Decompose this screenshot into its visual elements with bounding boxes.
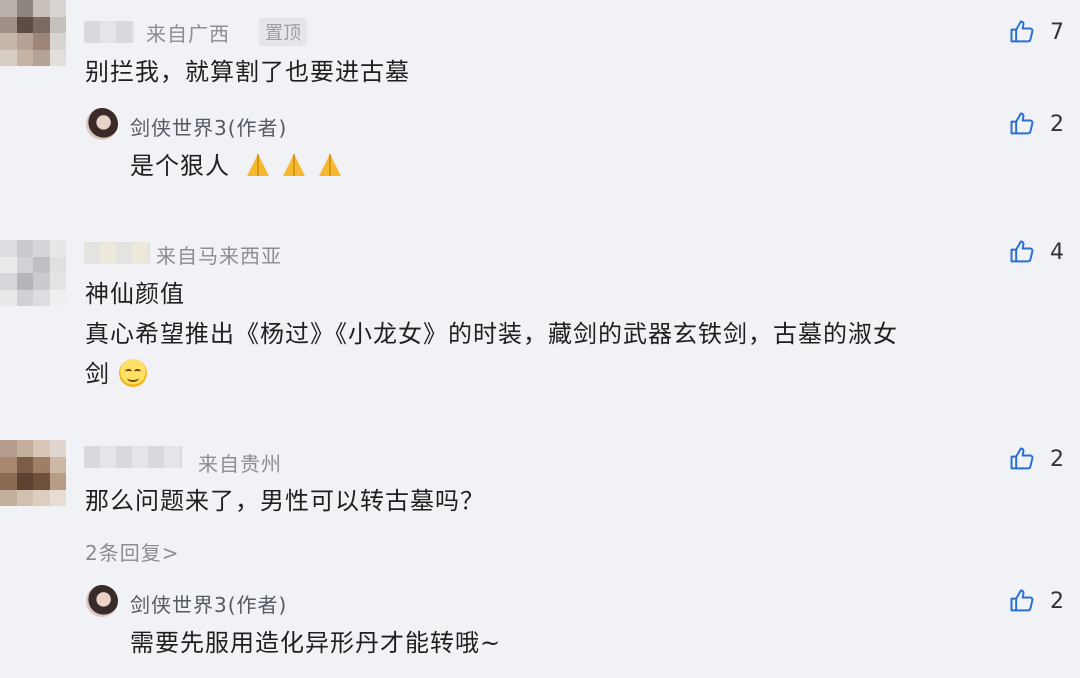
like-button[interactable]: 2 bbox=[1008, 586, 1064, 616]
reply-text: 是个狠人 bbox=[130, 146, 351, 186]
thumbs-up-icon bbox=[1010, 240, 1034, 263]
comment-text-line-3-content: 剑 bbox=[85, 360, 110, 388]
reply-text-content: 是个狠人 bbox=[130, 152, 230, 180]
comment-text: 别拦我，就算割了也要进古墓 bbox=[85, 58, 410, 86]
comment-text: 那么问题来了，男性可以转古墓吗？ bbox=[85, 487, 485, 515]
like-count: 7 bbox=[1050, 19, 1064, 45]
like-button[interactable]: 2 bbox=[1008, 109, 1064, 139]
comment-text-line-1: 神仙颜值 bbox=[85, 280, 185, 308]
pray-emoji-group bbox=[243, 152, 351, 180]
username-blurred[interactable] bbox=[84, 446, 182, 468]
like-button[interactable]: 4 bbox=[1008, 237, 1064, 267]
avatar[interactable] bbox=[0, 240, 66, 306]
thumbs-up-icon bbox=[1010, 447, 1034, 470]
thumbs-up-icon bbox=[1010, 20, 1034, 43]
like-count: 2 bbox=[1050, 111, 1064, 137]
comment-text-line-2: 真心希望推出《杨过》《小龙女》的时装，藏剑的武器玄铁剑，古墓的淑女 bbox=[85, 320, 898, 348]
praying-hands-emoji bbox=[318, 154, 341, 176]
avatar[interactable] bbox=[0, 440, 66, 506]
like-count: 2 bbox=[1050, 588, 1064, 614]
location-text: 来自马来西亚 bbox=[156, 244, 282, 268]
praying-hands-emoji bbox=[282, 154, 305, 176]
author-name[interactable]: 剑侠世界3(作者) bbox=[130, 589, 287, 618]
thumbs-up-icon bbox=[1010, 589, 1034, 612]
thumbs-up-icon bbox=[1010, 112, 1034, 135]
smiling-face-emoji bbox=[118, 359, 147, 387]
like-button[interactable]: 7 bbox=[1008, 17, 1064, 47]
like-button[interactable]: 2 bbox=[1008, 444, 1064, 474]
author-avatar[interactable] bbox=[86, 108, 118, 140]
username-blurred[interactable] bbox=[84, 21, 134, 43]
praying-hands-emoji bbox=[246, 154, 269, 176]
pinned-badge: 置顶 bbox=[259, 18, 307, 46]
author-name[interactable]: 剑侠世界3(作者) bbox=[130, 112, 287, 141]
view-replies-link[interactable]: 2条回复> bbox=[85, 537, 179, 566]
like-count: 4 bbox=[1050, 239, 1064, 265]
like-count: 2 bbox=[1050, 446, 1064, 472]
username-blurred[interactable] bbox=[84, 242, 150, 264]
location-text: 来自广西 bbox=[146, 22, 230, 46]
reply-text: 需要先服用造化异形丹才能转哦~ bbox=[130, 629, 502, 657]
avatar[interactable] bbox=[0, 0, 66, 66]
location-text: 来自贵州 bbox=[198, 452, 282, 476]
comment-text-line-3: 剑 bbox=[85, 354, 147, 394]
author-avatar[interactable] bbox=[86, 585, 118, 617]
